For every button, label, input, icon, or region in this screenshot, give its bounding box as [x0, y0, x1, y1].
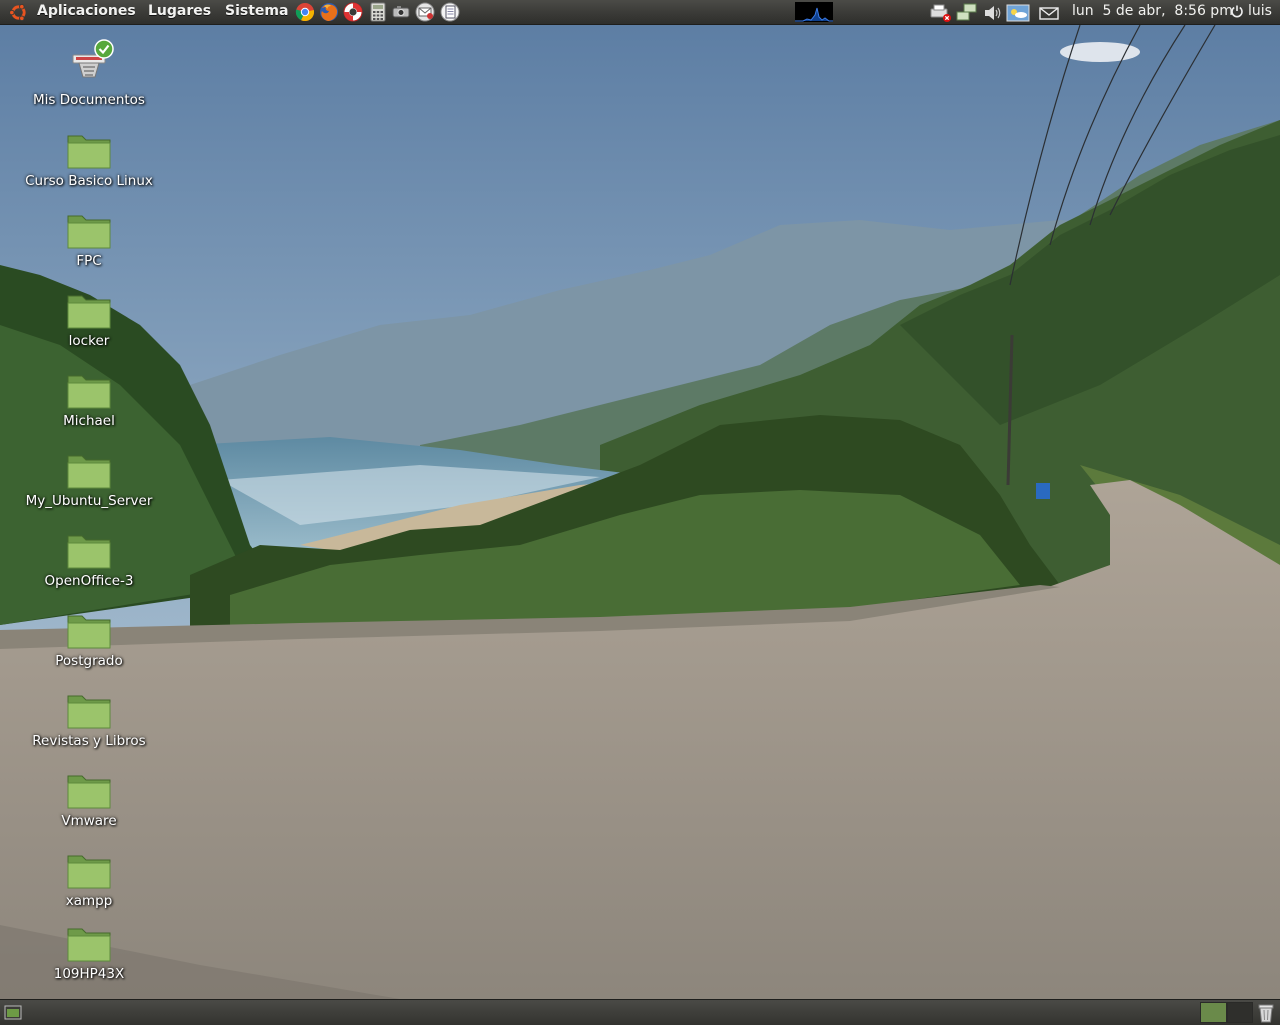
- desktop-icon-label: Mis Documentos: [33, 92, 145, 108]
- wallpaper-image: [0, 25, 1280, 999]
- folder-icon: [67, 855, 111, 889]
- desktop-icon-curso-basico-linux[interactable]: Curso Basico Linux: [9, 132, 169, 189]
- volume-icon[interactable]: [983, 3, 1003, 23]
- desktop-icon-label: xampp: [65, 893, 113, 909]
- desktop-icon-my-ubuntu-server[interactable]: My_Ubuntu_Server: [9, 452, 169, 509]
- menu-sistema[interactable]: Sistema: [225, 3, 288, 19]
- trash-icon[interactable]: [1256, 1002, 1276, 1023]
- menu-lugares[interactable]: Lugares: [148, 3, 211, 19]
- desktop-icon-label: OpenOffice-3: [44, 573, 134, 589]
- network-connection-icon[interactable]: [956, 3, 978, 23]
- desktop-icon-postgrado[interactable]: Postgrado: [9, 612, 169, 669]
- folder-icon: [67, 775, 111, 809]
- mail-client-icon[interactable]: [415, 2, 435, 22]
- folder-icon: [67, 215, 111, 249]
- clock[interactable]: lun 5 de abr, 8:56 pm: [1072, 3, 1233, 19]
- chrome-icon[interactable]: [295, 2, 315, 22]
- desktop-icon-vmware[interactable]: Vmware: [9, 772, 169, 829]
- power-icon[interactable]: [1230, 4, 1244, 18]
- workspace-1[interactable]: [1200, 1002, 1227, 1023]
- user-name[interactable]: luis: [1248, 3, 1272, 19]
- desktop-icon-label: FPC: [76, 253, 102, 269]
- folder-icon: [67, 695, 111, 729]
- top-panel: Aplicaciones Lugares Sistema lun 5 de ab…: [0, 0, 1280, 25]
- desktop-icon-109hp43x[interactable]: 109HP43X: [9, 925, 169, 982]
- folder-icon: [67, 615, 111, 649]
- desktop-icon-revistas-y-libros[interactable]: Revistas y Libros: [9, 692, 169, 749]
- desktop-icon-label: My_Ubuntu_Server: [25, 493, 153, 509]
- system-monitor-graph[interactable]: [795, 2, 833, 22]
- desktop-icon-openoffice-3[interactable]: OpenOffice-3: [9, 532, 169, 589]
- mail-envelope-icon[interactable]: [1039, 3, 1059, 23]
- desktop-icon-xampp[interactable]: xampp: [9, 852, 169, 909]
- desktop-icon-label: Postgrado: [55, 653, 123, 669]
- calculator-icon[interactable]: [368, 2, 388, 22]
- desktop-icon-label: Revistas y Libros: [32, 733, 146, 749]
- folder-icon: [67, 455, 111, 489]
- screenshot-camera-icon[interactable]: [391, 2, 411, 22]
- desktop-icon-fpc[interactable]: FPC: [9, 212, 169, 269]
- folder-icon: [67, 535, 111, 569]
- folder-icon: [67, 375, 111, 409]
- desktop-icon-label: Vmware: [61, 813, 117, 829]
- desktop-icon-locker[interactable]: locker: [9, 292, 169, 349]
- printer-error-icon[interactable]: [930, 3, 952, 23]
- help-lifebuoy-icon[interactable]: [343, 2, 363, 22]
- ubuntu-logo-icon[interactable]: [9, 3, 28, 22]
- firefox-icon[interactable]: [319, 2, 339, 22]
- show-desktop-icon[interactable]: [4, 1005, 22, 1020]
- desktop-icon-label: 109HP43X: [53, 966, 125, 982]
- folder-icon: [67, 135, 111, 169]
- folder-icon: [67, 295, 111, 329]
- desktop-icon-label: Curso Basico Linux: [25, 173, 153, 189]
- document-viewer-icon[interactable]: [440, 2, 460, 22]
- desktop[interactable]: Mis Documentos Curso Basico Linux FPC lo…: [0, 25, 1280, 999]
- workspace-2[interactable]: [1227, 1002, 1253, 1023]
- desktop-icon-label: locker: [68, 333, 110, 349]
- menu-aplicaciones[interactable]: Aplicaciones: [37, 3, 136, 19]
- network-share-icon: [72, 39, 114, 78]
- desktop-icon-michael[interactable]: Michael: [9, 372, 169, 429]
- folder-icon: [67, 928, 111, 962]
- desktop-icon-mis-documentos[interactable]: Mis Documentos: [9, 37, 169, 108]
- weather-indicator-icon[interactable]: [1006, 3, 1030, 23]
- desktop-icon-label: Michael: [63, 413, 115, 429]
- bottom-panel: [0, 999, 1280, 1025]
